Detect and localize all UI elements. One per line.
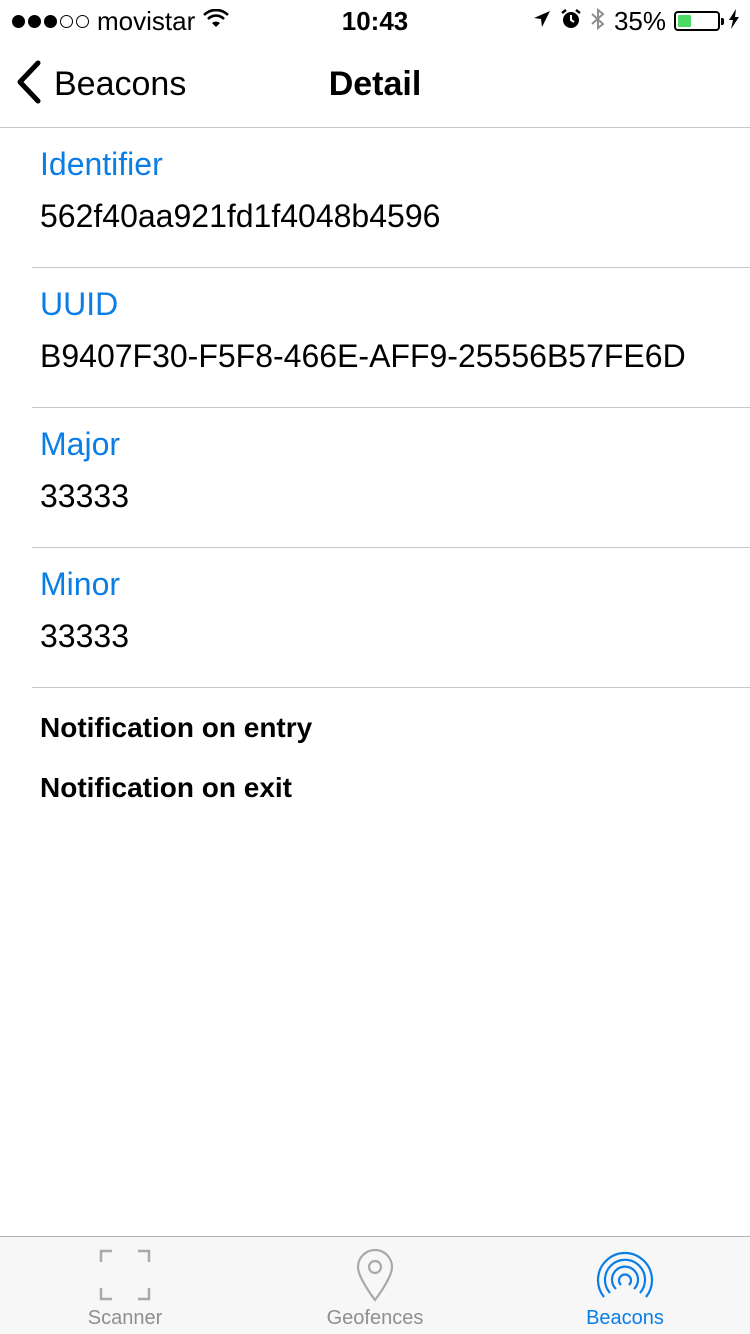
map-pin-icon — [345, 1245, 405, 1305]
tab-bar: Scanner Geofences Beacons — [0, 1236, 750, 1334]
status-left: movistar — [12, 5, 230, 36]
wifi-icon — [203, 8, 230, 34]
navigation-bar: Beacons Detail — [0, 40, 750, 128]
field-value: 562f40aa921fd1f4048b4596 — [40, 198, 441, 234]
field-value: B9407F30-F5F8-466E-AFF9-25556B57FE6D — [40, 338, 686, 374]
tab-label: Beacons — [586, 1307, 664, 1329]
battery-percent: 35% — [613, 5, 666, 36]
back-button-label: Beacons — [54, 64, 187, 103]
charging-bolt-icon — [728, 8, 740, 34]
notification-settings: Notification on entry Notification on ex… — [0, 688, 750, 818]
field-value: 33333 — [40, 478, 129, 514]
signal-strength-icon — [12, 14, 89, 28]
beacon-detail-list: Identifier 562f40aa921fd1f4048b4596 UUID… — [0, 128, 750, 818]
tab-geofences[interactable]: Geofences — [250, 1237, 500, 1334]
notification-on-exit[interactable]: Notification on exit — [40, 772, 292, 804]
back-button[interactable]: Beacons — [14, 40, 186, 128]
field-label: Major — [40, 426, 121, 462]
status-bar: movistar 10:43 35% — [0, 0, 750, 40]
status-right: 35% — [532, 6, 740, 36]
scanner-frame-icon — [95, 1245, 155, 1305]
notification-on-entry[interactable]: Notification on entry — [40, 712, 312, 744]
location-arrow-icon — [532, 9, 552, 34]
field-value: 33333 — [40, 618, 129, 654]
chevron-left-icon — [14, 60, 44, 109]
battery-icon — [674, 11, 724, 31]
alarm-icon — [560, 8, 582, 35]
tab-label: Geofences — [326, 1307, 424, 1329]
tab-beacons[interactable]: Beacons — [500, 1237, 750, 1334]
field-label: Minor — [40, 566, 121, 602]
tab-label: Scanner — [87, 1307, 163, 1329]
field-minor: Minor 33333 — [0, 548, 750, 688]
field-label: Identifier — [40, 146, 163, 182]
field-major: Major 33333 — [0, 408, 750, 548]
carrier-name: movistar — [97, 5, 196, 36]
field-uuid: UUID B9407F30-F5F8-466E-AFF9-25556B57FE6… — [0, 268, 750, 408]
field-label: UUID — [40, 286, 119, 322]
field-identifier: Identifier 562f40aa921fd1f4048b4596 — [0, 128, 750, 268]
tab-scanner[interactable]: Scanner — [0, 1237, 250, 1334]
bluetooth-icon — [590, 7, 606, 36]
beacon-signal-icon — [595, 1245, 655, 1305]
